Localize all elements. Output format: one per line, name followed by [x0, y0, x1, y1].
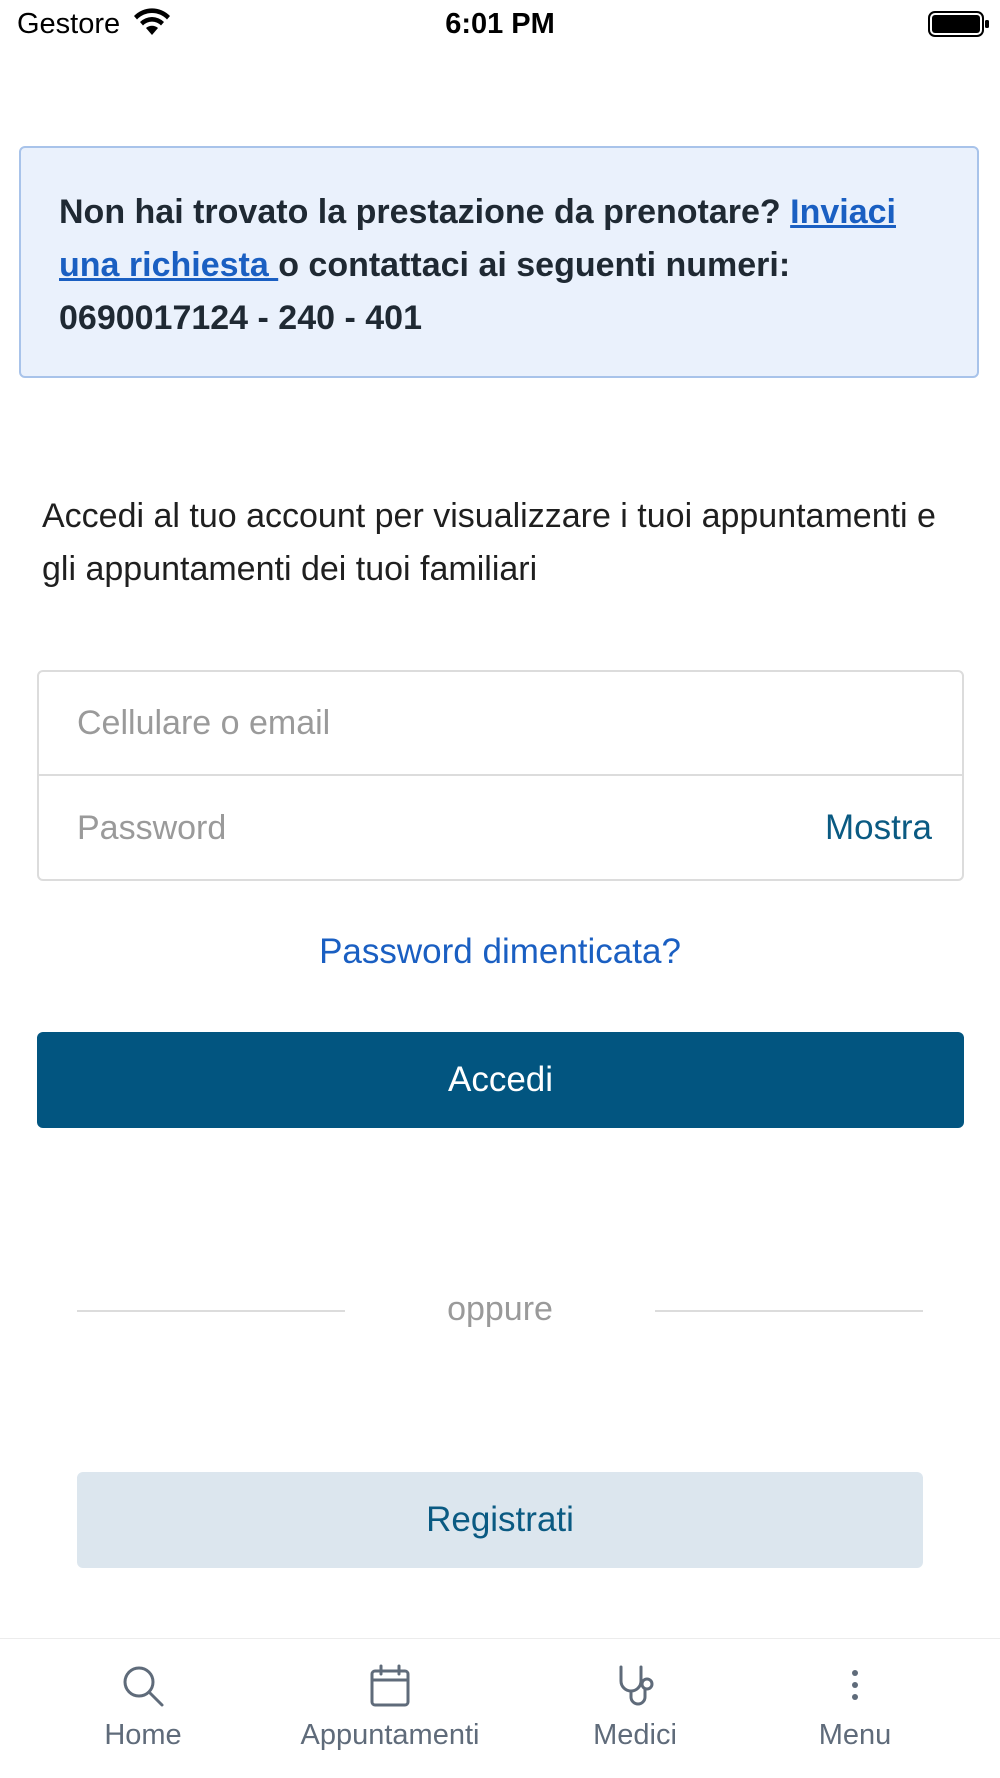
login-screen: Gestore 6:01 PM Non hai trovato la prest…	[0, 0, 1000, 1778]
tab-doctors[interactable]: Medici	[560, 1639, 710, 1778]
tab-menu[interactable]: Menu	[780, 1639, 930, 1778]
show-password-button[interactable]: Mostra	[825, 776, 932, 880]
tab-home-label: Home	[104, 1719, 182, 1751]
status-bar: Gestore 6:01 PM	[0, 0, 1000, 50]
stethoscope-icon	[619, 1665, 654, 1706]
tab-home[interactable]: Home	[60, 1639, 226, 1778]
tab-appointments[interactable]: Appuntamenti	[280, 1639, 500, 1778]
register-button[interactable]: Registrati	[77, 1472, 923, 1568]
more-vertical-icon	[852, 1670, 858, 1700]
clock: 6:01 PM	[445, 8, 555, 40]
login-form: Mostra	[37, 670, 964, 881]
divider-line-right	[655, 1310, 923, 1312]
tab-doctors-label: Medici	[593, 1719, 677, 1751]
info-banner: Non hai trovato la prestazione da prenot…	[19, 146, 979, 378]
login-intro-text: Accedi al tuo account per visualizzare i…	[42, 497, 936, 588]
username-row	[39, 672, 962, 776]
tab-appointments-label: Appuntamenti	[300, 1719, 480, 1751]
bottom-tab-bar: Home Appuntamenti Medici Menu	[0, 1638, 1000, 1778]
password-row: Mostra	[39, 776, 962, 880]
tab-menu-label: Menu	[818, 1719, 892, 1751]
login-button[interactable]: Accedi	[37, 1032, 964, 1128]
battery-icon	[928, 11, 989, 37]
calendar-icon	[370, 1664, 410, 1707]
info-text-start: Non hai trovato la prestazione da prenot…	[59, 193, 791, 231]
username-input[interactable]	[77, 672, 777, 774]
forgot-password-link[interactable]: Password dimenticata?	[0, 932, 1000, 972]
search-icon	[123, 1666, 164, 1707]
password-input[interactable]	[77, 776, 777, 880]
